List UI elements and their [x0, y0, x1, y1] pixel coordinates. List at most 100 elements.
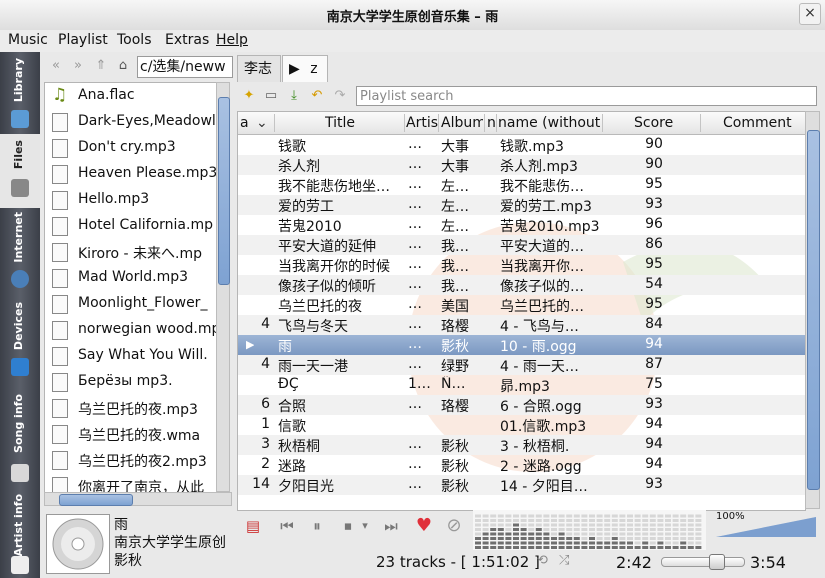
back-icon[interactable]: «: [48, 58, 64, 74]
playlist-row[interactable]: 4 飞鸟与冬天 … 珞樱 4 - 飞鸟与… 84: [238, 315, 805, 335]
column-comment[interactable]: Comment: [723, 115, 793, 131]
close-icon[interactable]: ×: [799, 3, 821, 25]
love-heart-icon[interactable]: ♥: [413, 515, 435, 537]
menu-help[interactable]: Help: [216, 32, 248, 48]
playlist-tab-lizhi[interactable]: 李志: [237, 55, 281, 82]
visualizer-segment: [475, 541, 481, 545]
menu-tools[interactable]: Tools: [117, 32, 152, 48]
redo-icon[interactable]: ↷: [332, 88, 348, 104]
playlist-tab-z[interactable]: ▶ z: [282, 55, 328, 82]
visualizer-segment: [611, 541, 618, 545]
file-list-item[interactable]: 你离开了南京，从此: [45, 473, 217, 493]
file-list-item[interactable]: 乌兰巴托的夜.wma: [45, 421, 217, 447]
column-filename[interactable]: name (without: [498, 115, 602, 131]
file-list-item[interactable]: Берёзы mp3.: [45, 369, 217, 395]
playlist-row[interactable]: 3 秋梧桐 … 影秋 3 - 秋梧桐. 94: [238, 435, 805, 455]
volume-slider[interactable]: [714, 511, 818, 541]
repeat-icon[interactable]: ⟲: [537, 553, 548, 568]
file-name: Kiroro - 未来へ.mp: [78, 246, 203, 262]
visualizer-segment: [589, 541, 595, 545]
playlist-row[interactable]: 当我离开你的时候 … 我… 当我离开你… 95: [238, 255, 805, 275]
column-album[interactable]: Album: [441, 115, 483, 131]
playlist-row[interactable]: 乌兰巴托的夜 … 美国 乌兰巴托的… 95: [238, 295, 805, 315]
shuffle-icon[interactable]: ⤮: [559, 553, 569, 568]
playlist-row[interactable]: ▶ 雨 … 影秋 10 - 雨.ogg 94: [238, 335, 805, 355]
playlist-row[interactable]: 4 雨一天一港 … 绿野 4 - 雨一天… 87: [238, 355, 805, 375]
scroll-thumb[interactable]: [59, 494, 133, 506]
column-n[interactable]: n: [487, 115, 495, 131]
visualizer[interactable]: [473, 510, 706, 550]
playlist-row[interactable]: 爱的劳工 … 左… 爱的劳工.mp3 93: [238, 195, 805, 215]
seek-slider[interactable]: [661, 554, 745, 570]
tab-artist-info[interactable]: Artist info: [0, 490, 40, 578]
visualizer-segment: [604, 523, 611, 527]
file-list-item[interactable]: Say What You Will.: [45, 343, 217, 369]
playlist-vertical-scrollbar[interactable]: [805, 111, 820, 509]
file-list-item[interactable]: Mad World.mp3: [45, 265, 217, 291]
visualizer-segment: [634, 541, 641, 545]
playlist-row[interactable]: 杀人剂 … 大事 杀人剂.mp3 90: [238, 155, 805, 175]
playlist-row[interactable]: 像孩子似的倾听 … 我… 像孩子似的… 54: [238, 275, 805, 295]
playlist-row[interactable]: 1 信歌 01.信歌.mp3 94: [238, 415, 805, 435]
stop-icon[interactable]: ⏹: [337, 515, 359, 537]
file-list-vertical-scrollbar[interactable]: [216, 82, 230, 492]
home-icon[interactable]: ⌂: [115, 58, 131, 74]
cell-file: 6 - 合照.ogg: [500, 399, 582, 415]
path-input[interactable]: c/选集/neww: [137, 56, 233, 78]
pause-icon[interactable]: ⏸: [306, 515, 328, 537]
menu-playlist[interactable]: Playlist: [58, 32, 108, 48]
tab-library[interactable]: Library: [0, 54, 40, 134]
tab-internet[interactable]: Internet: [0, 208, 40, 296]
menu-extras[interactable]: Extras: [165, 32, 209, 48]
file-list-item[interactable]: Kiroro - 未来へ.mp: [45, 239, 217, 265]
visualizer-segment: [566, 537, 573, 540]
up-icon[interactable]: ⇑: [93, 58, 109, 74]
file-list-item[interactable]: ♫ Ana.flac: [45, 83, 217, 109]
tab-devices[interactable]: Devices: [0, 296, 40, 380]
playlist-row[interactable]: 钱歌 … 大事 钱歌.mp3 90: [238, 135, 805, 155]
playlist-row[interactable]: 我不能悲伤地坐… … 左… 我不能悲伤… 95: [238, 175, 805, 195]
column-title[interactable]: Title: [325, 115, 405, 131]
playlist-row[interactable]: ĐÇ 1… Ñ… 昴.mp3 75: [238, 375, 805, 395]
playlist-tab-label: z: [310, 61, 318, 77]
playlist-row[interactable]: 平安大道的延伸 … 我… 平安大道的… 86: [238, 235, 805, 255]
file-list-item[interactable]: norwegian wood.mp: [45, 317, 217, 343]
tab-devices-label: Devices: [12, 302, 25, 351]
file-list-item[interactable]: Heaven Please.mp3: [45, 161, 217, 187]
scroll-thumb[interactable]: [218, 97, 230, 285]
visualizer-segment: [604, 514, 611, 518]
previous-track-icon[interactable]: ⏮: [276, 515, 298, 537]
file-list-horizontal-scrollbar[interactable]: [44, 492, 232, 506]
playlist-search-input[interactable]: Playlist search: [356, 86, 817, 106]
open-folder-icon[interactable]: ▭: [263, 88, 279, 104]
file-list-item[interactable]: Don't cry.mp3: [45, 135, 217, 161]
stop-options-chevron-down-icon[interactable]: ▾: [358, 515, 372, 537]
save-playlist-icon[interactable]: ⤓: [286, 88, 302, 104]
playlist-row[interactable]: 14 夕阳目光 … 影秋 14 - 夕阳目… 93: [238, 475, 805, 495]
file-list-item[interactable]: Moonlight_Flower_: [45, 291, 217, 317]
file-list-item[interactable]: 乌兰巴托的夜2.mp3: [45, 447, 217, 473]
tab-song-info[interactable]: Song info: [0, 380, 40, 490]
file-list-item[interactable]: Hotel California.mp: [45, 213, 217, 239]
playlist-editor-icon[interactable]: ▤: [242, 515, 264, 537]
playlist-row[interactable]: 苦鬼2010 … 左… 苦鬼2010.mp3 96: [238, 215, 805, 235]
column-score[interactable]: Score: [634, 115, 684, 131]
tab-files[interactable]: Files: [0, 134, 40, 208]
volume-control[interactable]: 100%: [714, 511, 818, 541]
seek-handle[interactable]: [708, 554, 725, 570]
artist-info-icon: [11, 556, 29, 574]
file-list-item[interactable]: 乌兰巴托的夜.mp3: [45, 395, 217, 421]
file-list-item[interactable]: Dark-Eyes,Meadowla: [45, 109, 217, 135]
menu-music[interactable]: Music: [8, 32, 48, 48]
undo-icon[interactable]: ↶: [309, 88, 325, 104]
next-track-icon[interactable]: ⏭: [380, 515, 402, 537]
forward-icon[interactable]: »: [70, 58, 86, 74]
playlist-row[interactable]: 2 迷路 … 影秋 2 - 迷路.ogg 94: [238, 455, 805, 475]
column-artist[interactable]: Artist: [406, 115, 438, 131]
cell-score: 94: [645, 456, 663, 472]
ban-icon[interactable]: ⊘: [443, 515, 465, 537]
new-playlist-icon[interactable]: ✦: [241, 88, 257, 104]
playlist-row[interactable]: 6 合照 … 珞樱 6 - 合照.ogg 93: [238, 395, 805, 415]
scroll-thumb[interactable]: [807, 130, 820, 490]
file-list-item[interactable]: Hello.mp3: [45, 187, 217, 213]
